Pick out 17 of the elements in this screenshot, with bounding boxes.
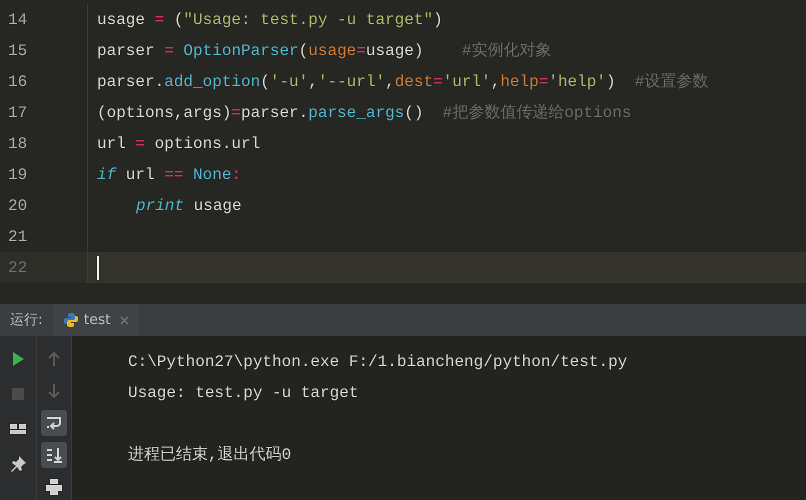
- code-line: usage = ("Usage: test.py -u target"): [97, 10, 443, 28]
- code-line: (options,args)=parser.parse_args() #把参数值传递给options: [97, 102, 632, 123]
- console-line: C:\Python27\python.exe F:/1.biancheng/python/test.py: [128, 352, 628, 372]
- console-line: Usage: test.py -u target: [128, 382, 360, 404]
- code-line: parser.add_option('-u','--url',dest='url',help='help') #设置参数: [97, 72, 708, 92]
- code-line: url = options.url: [97, 134, 260, 152]
- code-line: parser = OptionParser(usage=usage) #实例化对象: [97, 40, 552, 61]
- run-tab[interactable]: test: [52, 304, 139, 336]
- scroll-icon[interactable]: [41, 442, 67, 468]
- code-line: if url == None:: [97, 166, 242, 184]
- run-label: 运行:: [9, 311, 44, 329]
- line-number: 22: [0, 252, 88, 283]
- python-icon: [62, 312, 79, 328]
- text-cursor: [97, 256, 99, 280]
- wrap-icon[interactable]: [41, 410, 67, 436]
- console-line: 进程已结束,退出代码0: [128, 444, 292, 466]
- code-line: print usage: [135, 196, 242, 214]
